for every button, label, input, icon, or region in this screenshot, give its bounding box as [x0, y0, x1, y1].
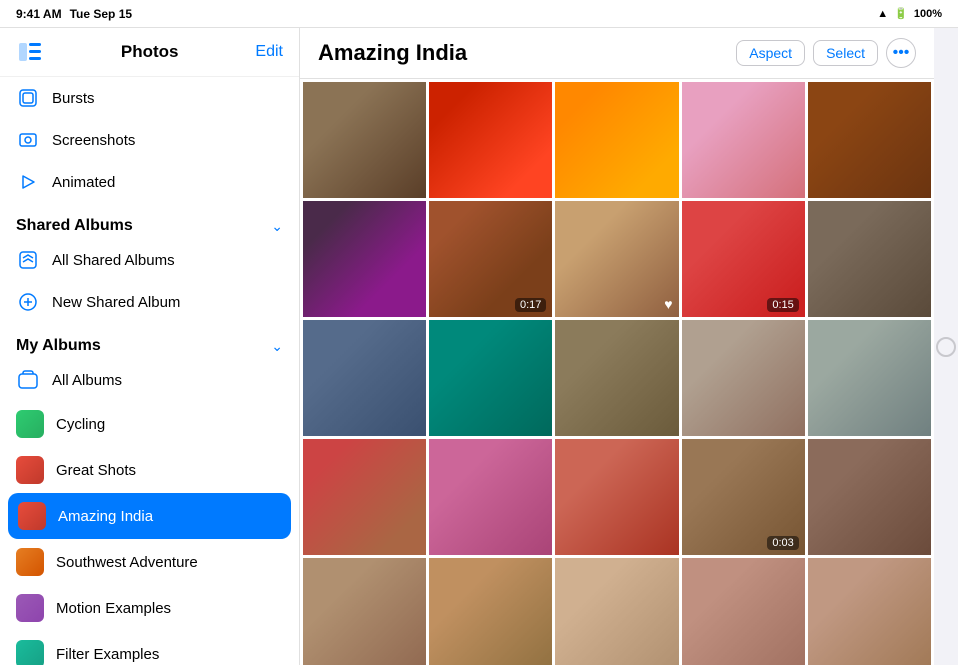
time: 9:41 AM	[16, 7, 62, 21]
wifi-icon: ▲	[877, 8, 888, 20]
photo-cell-21[interactable]	[303, 558, 426, 665]
photo-cell-22[interactable]	[429, 558, 552, 665]
sidebar-title: Photos	[121, 42, 179, 62]
all-shared-label: All Shared Albums	[52, 252, 175, 269]
bursts-label: Bursts	[52, 90, 95, 107]
photo-cell-10[interactable]	[808, 201, 931, 317]
animated-label: Animated	[52, 174, 115, 191]
aspect-button[interactable]: Aspect	[736, 40, 805, 66]
photo-cell-5[interactable]	[808, 82, 931, 198]
cycling-label: Cycling	[56, 416, 105, 433]
photo-cell-9[interactable]: 0:15	[682, 201, 805, 317]
new-shared-label: New Shared Album	[52, 294, 180, 311]
status-bar: 9:41 AM Tue Sep 15 ▲ 🔋 100%	[0, 0, 958, 28]
photo-cell-6[interactable]	[303, 201, 426, 317]
my-albums-header-label: My Albums	[16, 337, 101, 355]
sidebar-item-southwest[interactable]: Southwest Adventure	[0, 539, 299, 585]
battery-icon: 🔋	[894, 7, 908, 20]
photo-cell-18[interactable]	[555, 439, 678, 555]
sidebar-item-all-albums[interactable]: All Albums	[0, 359, 299, 401]
sidebar-item-motion[interactable]: Motion Examples	[0, 585, 299, 631]
southwest-thumb	[16, 548, 44, 576]
sidebar-item-bursts[interactable]: Bursts	[0, 77, 299, 119]
photo-cell-13[interactable]	[555, 320, 678, 436]
sidebar-content: Bursts Screenshots Animated Shared Album…	[0, 77, 299, 665]
album-title: Amazing India	[318, 40, 467, 66]
more-icon: •••	[893, 44, 910, 62]
video-duration-7: 0:17	[515, 298, 546, 312]
photo-cell-24[interactable]	[682, 558, 805, 665]
photo-cell-12[interactable]	[429, 320, 552, 436]
video-duration-9: 0:15	[767, 298, 798, 312]
sidebar: Photos Edit Bursts Screenshots	[0, 28, 300, 665]
sidebar-item-cycling[interactable]: Cycling	[0, 401, 299, 447]
header-actions: Aspect Select •••	[736, 38, 916, 68]
southwest-label: Southwest Adventure	[56, 554, 198, 571]
photo-cell-19[interactable]: 0:03	[682, 439, 805, 555]
sidebar-item-animated[interactable]: Animated	[0, 161, 299, 203]
motion-label: Motion Examples	[56, 600, 171, 617]
heart-icon-8: ♥	[664, 296, 672, 312]
sidebar-item-amazing-india[interactable]: Amazing India	[8, 493, 291, 539]
date: Tue Sep 15	[70, 7, 132, 21]
sidebar-item-great-shots[interactable]: Great Shots	[0, 447, 299, 493]
photo-cell-1[interactable]	[303, 82, 426, 198]
amazing-india-thumb	[18, 502, 46, 530]
sidebar-header: Photos Edit	[0, 28, 299, 77]
photo-cell-14[interactable]	[682, 320, 805, 436]
photo-cell-23[interactable]	[555, 558, 678, 665]
all-albums-label: All Albums	[52, 372, 122, 389]
main-content: Amazing India Aspect Select ••• 0:17♥0:1…	[300, 28, 934, 665]
photo-cell-3[interactable]	[555, 82, 678, 198]
photo-cell-7[interactable]: 0:17	[429, 201, 552, 317]
select-button[interactable]: Select	[813, 40, 878, 66]
shared-albums-chevron[interactable]: ⌄	[271, 218, 283, 235]
sidebar-item-filter[interactable]: Filter Examples	[0, 631, 299, 665]
sidebar-item-new-shared[interactable]: New Shared Album	[0, 281, 299, 323]
new-shared-icon	[16, 290, 40, 314]
my-albums-section: My Albums ⌄	[0, 323, 299, 359]
shared-albums-section: Shared Albums ⌄	[0, 203, 299, 239]
video-duration-19: 0:03	[767, 536, 798, 550]
filter-label: Filter Examples	[56, 646, 159, 663]
photo-cell-11[interactable]	[303, 320, 426, 436]
animated-icon	[16, 170, 40, 194]
sidebar-item-all-shared[interactable]: All Shared Albums	[0, 239, 299, 281]
amazing-india-label: Amazing India	[58, 508, 153, 525]
photo-cell-20[interactable]	[808, 439, 931, 555]
sidebar-toggle-button[interactable]	[16, 38, 44, 66]
shared-albums-header-label: Shared Albums	[16, 217, 133, 235]
great-shots-label: Great Shots	[56, 462, 136, 479]
sidebar-edit-button[interactable]: Edit	[255, 43, 283, 61]
photo-cell-8[interactable]: ♥	[555, 201, 678, 317]
photo-cell-4[interactable]	[682, 82, 805, 198]
content-header: Amazing India Aspect Select •••	[300, 28, 934, 79]
screenshot-icon	[16, 128, 40, 152]
motion-thumb	[16, 594, 44, 622]
all-albums-icon	[16, 368, 40, 392]
photo-cell-2[interactable]	[429, 82, 552, 198]
great-shots-thumb	[16, 456, 44, 484]
photo-cell-16[interactable]	[303, 439, 426, 555]
battery-percent: 100%	[914, 8, 942, 20]
home-indicator-area	[934, 28, 958, 665]
my-albums-chevron[interactable]: ⌄	[271, 338, 283, 355]
photo-cell-15[interactable]	[808, 320, 931, 436]
photo-cell-25[interactable]	[808, 558, 931, 665]
all-shared-icon	[16, 248, 40, 272]
more-button[interactable]: •••	[886, 38, 916, 68]
screenshots-label: Screenshots	[52, 132, 135, 149]
photo-grid: 0:17 ♥ 0:15 0:03	[300, 79, 934, 665]
home-button[interactable]	[936, 337, 956, 357]
filter-thumb	[16, 640, 44, 665]
burst-icon	[16, 86, 40, 110]
cycling-thumb	[16, 410, 44, 438]
photo-cell-17[interactable]	[429, 439, 552, 555]
sidebar-item-screenshots[interactable]: Screenshots	[0, 119, 299, 161]
